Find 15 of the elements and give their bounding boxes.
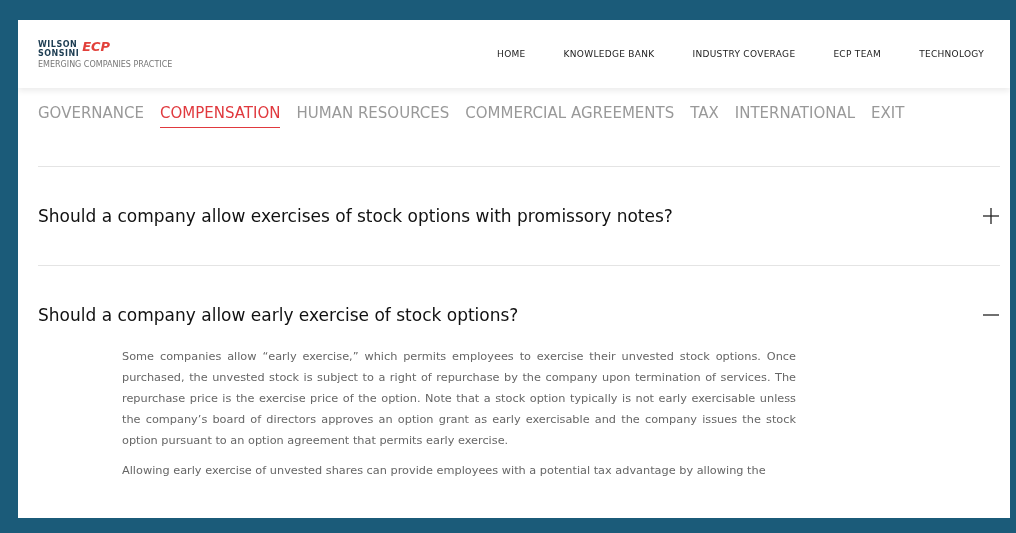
- nav-link[interactable]: INDUSTRY COVERAGE: [692, 49, 796, 59]
- nav-link[interactable]: HOME: [497, 49, 526, 59]
- nav-link[interactable]: TECHNOLOGY: [919, 49, 984, 59]
- faq-question[interactable]: Should a company allow exercises of stock options with promissory notes?: [38, 206, 673, 226]
- logo-mark: ECP: [82, 39, 111, 54]
- category-tab[interactable]: COMPENSATION: [160, 104, 281, 128]
- logo-text: SONSINI: [38, 48, 80, 58]
- logo-tagline: EMERGING COMPANIES PRACTICE: [38, 59, 173, 69]
- expand-icon[interactable]: [982, 207, 1000, 225]
- faq-question[interactable]: Should a company allow early exercise of stock options?: [38, 305, 519, 325]
- answer-paragraph: Some companies allow “early exercise,” which permits employees to exercise their unvested stock options. Once purchased, the unvested stock is subject to a right of repurchase by the company upon termination of services. The repurchase price is the exercise price of the option. Note that a stock option typically is not early exercisable unless the company’s board of directors approves an option grant as early exercisable and the company issues the stock option pursuant to an option agreement that permits early exercise.: [122, 349, 796, 449]
- nav-link[interactable]: KNOWLEDGE BANK: [563, 49, 655, 59]
- nav-link[interactable]: ECP TEAM: [833, 49, 882, 59]
- answer-paragraph: Allowing early exercise of unvested shares can provide employees with a potential tax advantage by allowing the: [122, 463, 767, 479]
- logo-text: WILSON: [38, 39, 79, 49]
